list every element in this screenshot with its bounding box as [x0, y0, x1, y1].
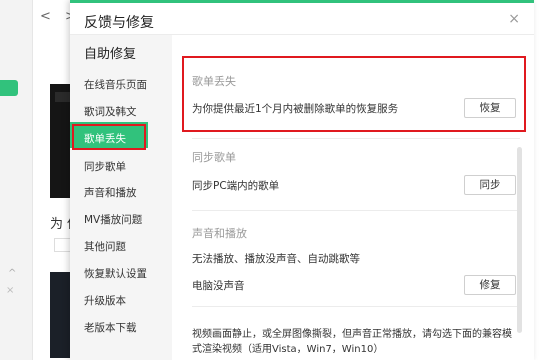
sidebar-item-restore-defaults[interactable]: 恢复默认设置: [84, 266, 147, 281]
sync-button[interactable]: 同步: [464, 175, 516, 195]
sidebar-item-sound-playback[interactable]: 声音和播放: [84, 185, 137, 200]
sidebar-item-old-versions[interactable]: 老版本下载: [84, 320, 137, 335]
content-panel: 歌单丢失 为你提供最近1个月内被删除歌单的恢复服务 恢复 同步歌单 同步PC端内…: [172, 35, 534, 360]
background-close-icon[interactable]: ×: [6, 285, 14, 296]
sidebar-annotation-box: [72, 124, 146, 150]
scrollbar[interactable]: [517, 147, 522, 333]
section-label-sync: 同步歌单: [192, 151, 236, 164]
sidebar-item-lyrics[interactable]: 歌词及韩文: [84, 104, 137, 119]
row-text-no-playback: 无法播放、播放没声音、自动跳歌等: [192, 253, 360, 265]
content-annotation-box: [182, 56, 526, 132]
dialog-title: 反馈与修复: [84, 15, 154, 31]
sidebar-item-online-music[interactable]: 在线音乐页面: [84, 77, 147, 92]
video-compat-note: 视频画面静止，或全屏图像撕裂，但声音正常播放，请勾选下面的兼容模式渲染视频（适用…: [192, 329, 512, 355]
back-icon[interactable]: <: [40, 9, 51, 24]
feedback-dialog: 反馈与修复 × 自助修复 在线音乐页面 歌词及韩文 歌单丢失 同步歌单 声音和播…: [70, 0, 534, 360]
sidebar-item-other[interactable]: 其他问题: [84, 239, 126, 254]
background-active-tab: [0, 80, 18, 96]
sidebar-title: 自助修复: [84, 47, 137, 62]
section-divider: [192, 138, 520, 139]
caret-up-icon[interactable]: ^: [8, 268, 16, 279]
sidebar-item-mv-playback[interactable]: MV播放问题: [84, 212, 142, 227]
sidebar-item-upgrade[interactable]: 升级版本: [84, 293, 126, 308]
repair-button[interactable]: 修复: [464, 275, 516, 295]
row-text-sync: 同步PC端内的歌单: [192, 180, 280, 192]
section-label-sound: 声音和播放: [192, 227, 247, 240]
close-icon[interactable]: ×: [508, 11, 520, 27]
background-left-strip: [0, 0, 33, 360]
section-divider: [192, 306, 520, 307]
row-text-no-sound: 电脑没声音: [192, 280, 245, 292]
section-divider: [192, 210, 520, 211]
sidebar-item-sync-playlist[interactable]: 同步歌单: [84, 159, 126, 174]
sidebar: 自助修复 在线音乐页面 歌词及韩文 歌单丢失 同步歌单 声音和播放 MV播放问题…: [70, 35, 172, 360]
